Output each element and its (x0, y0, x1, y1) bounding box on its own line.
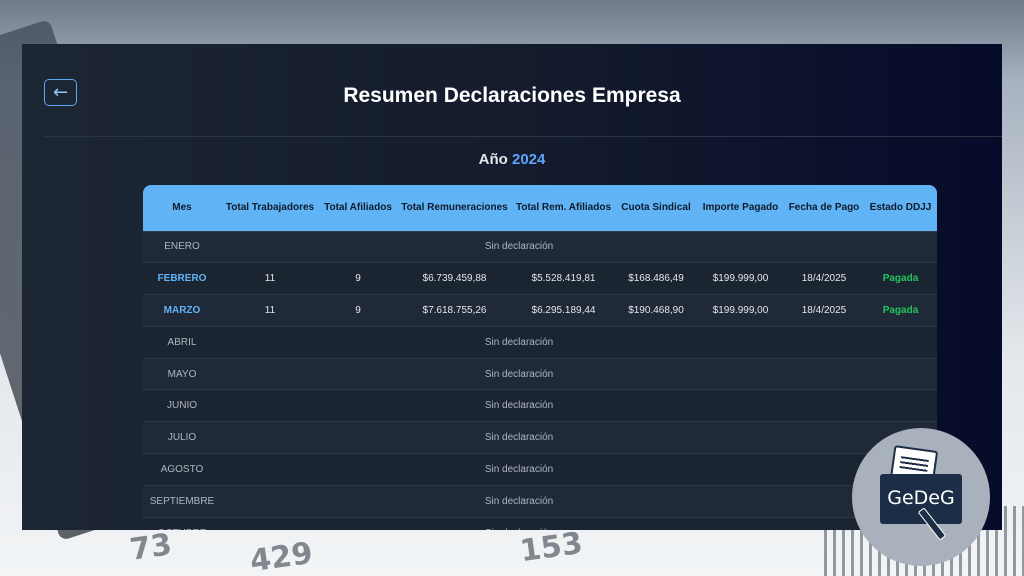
cuota-cell: $190.468,90 (628, 304, 684, 316)
remuneraciones-cell: $6.739.459,88 (422, 273, 487, 285)
header-divider (44, 136, 1002, 137)
no-declaration-cell: Sin declaración (484, 368, 554, 380)
fecha-cell: 18/4/2025 (801, 304, 847, 316)
trabajadores-cell: 11 (264, 304, 276, 316)
column-header: Total Remuneraciones (401, 201, 508, 213)
no-declaration-cell: Sin declaración (484, 495, 554, 507)
table-row[interactable]: FEBRERO 11 9 $6.739.459,88 $5.528.419,81 $168… (143, 262, 937, 295)
column-header: Estado DDJJ (869, 201, 932, 213)
table-row[interactable]: ABRIL Sin declaración (143, 326, 937, 359)
table-row[interactable]: AGOSTO Sin declaración (143, 453, 937, 486)
month-cell: MAYO (167, 368, 197, 380)
table-row[interactable]: ENERO Sin declaración (143, 231, 937, 263)
month-cell: AGOSTO (160, 463, 204, 475)
month-cell[interactable]: MARZO (143, 295, 221, 327)
table-row[interactable]: MARZO 11 9 $7.618.755,26 $6.295.189,44 $190.4… (143, 294, 937, 327)
month-cell: JUNIO (167, 400, 197, 412)
no-declaration-cell: Sin declaración (484, 336, 554, 348)
table-row[interactable]: JUNIO Sin declaración (143, 389, 937, 422)
month-cell: OCTUBRE (143, 517, 221, 530)
no-declaration-cell: Sin declaración (484, 400, 554, 412)
month-cell[interactable]: FEBRERO (143, 263, 221, 295)
rem_afiliados-cell: $6.295.189,44 (531, 304, 596, 316)
trabajadores-cell: 11 (264, 273, 276, 285)
fecha-cell: 18/4/2025 (801, 273, 847, 285)
year-value: 2024 (511, 151, 546, 168)
table-header-row: Mes Total Trabajadores Total Afiliados Tota… (143, 185, 937, 231)
logo-text: GeDeG (887, 487, 955, 509)
column-header: Importe Pagado (702, 201, 779, 213)
importe-cell: $199.999,00 (712, 273, 769, 285)
column-header: Mes (172, 201, 192, 213)
month-cell: ABRIL (167, 336, 197, 348)
month-cell: ENERO (164, 241, 200, 253)
estado-cell: Pagada (882, 273, 919, 285)
month-cell: JULIO (167, 432, 197, 444)
afiliados-cell: 9 (355, 304, 361, 316)
table-row[interactable]: MAYO Sin declaración (143, 358, 937, 390)
column-header: Total Rem. Afiliados (516, 201, 612, 213)
cuota-cell: $168.486,49 (628, 273, 684, 285)
main-panel: ← Resumen Declaraciones Empresa Año 2024… (22, 44, 1002, 530)
column-header: Fecha de Pago (788, 201, 860, 213)
year-heading: Año 2024 (22, 151, 1002, 168)
year-prefix: Año (478, 151, 508, 168)
rem_afiliados-cell: $5.528.419,81 (531, 273, 596, 285)
remuneraciones-cell: $7.618.755,26 (422, 304, 487, 316)
no-declaration-cell: Sin declaración (221, 517, 937, 530)
background-digits: 153 (517, 525, 585, 570)
no-declaration-cell: Sin declaración (484, 241, 554, 253)
page-title: Resumen Declaraciones Empresa (343, 84, 681, 107)
column-header: Cuota Sindical (621, 201, 691, 213)
column-header: Total Afiliados (324, 201, 392, 213)
declarations-table: Mes Total Trabajadores Total Afiliados Tota… (143, 185, 937, 530)
column-header: Total Trabajadores (225, 201, 315, 213)
no-declaration-cell: Sin declaración (484, 432, 554, 444)
importe-cell: $199.999,00 (712, 304, 769, 316)
no-declaration-cell: Sin declaración (484, 463, 554, 475)
background-digits: 429 (247, 535, 315, 576)
table-row[interactable]: JULIO Sin declaración (143, 421, 937, 454)
table-row[interactable]: SEPTIEMBRE Sin declaración (143, 485, 937, 518)
background-digits: 73 (127, 527, 174, 568)
estado-cell: Pagada (882, 304, 919, 316)
month-cell: SEPTIEMBRE (149, 495, 215, 507)
table-row[interactable]: OCTUBRESin declaración (143, 517, 937, 530)
gedeg-logo: GeDeG (852, 428, 990, 566)
afiliados-cell: 9 (355, 273, 361, 285)
